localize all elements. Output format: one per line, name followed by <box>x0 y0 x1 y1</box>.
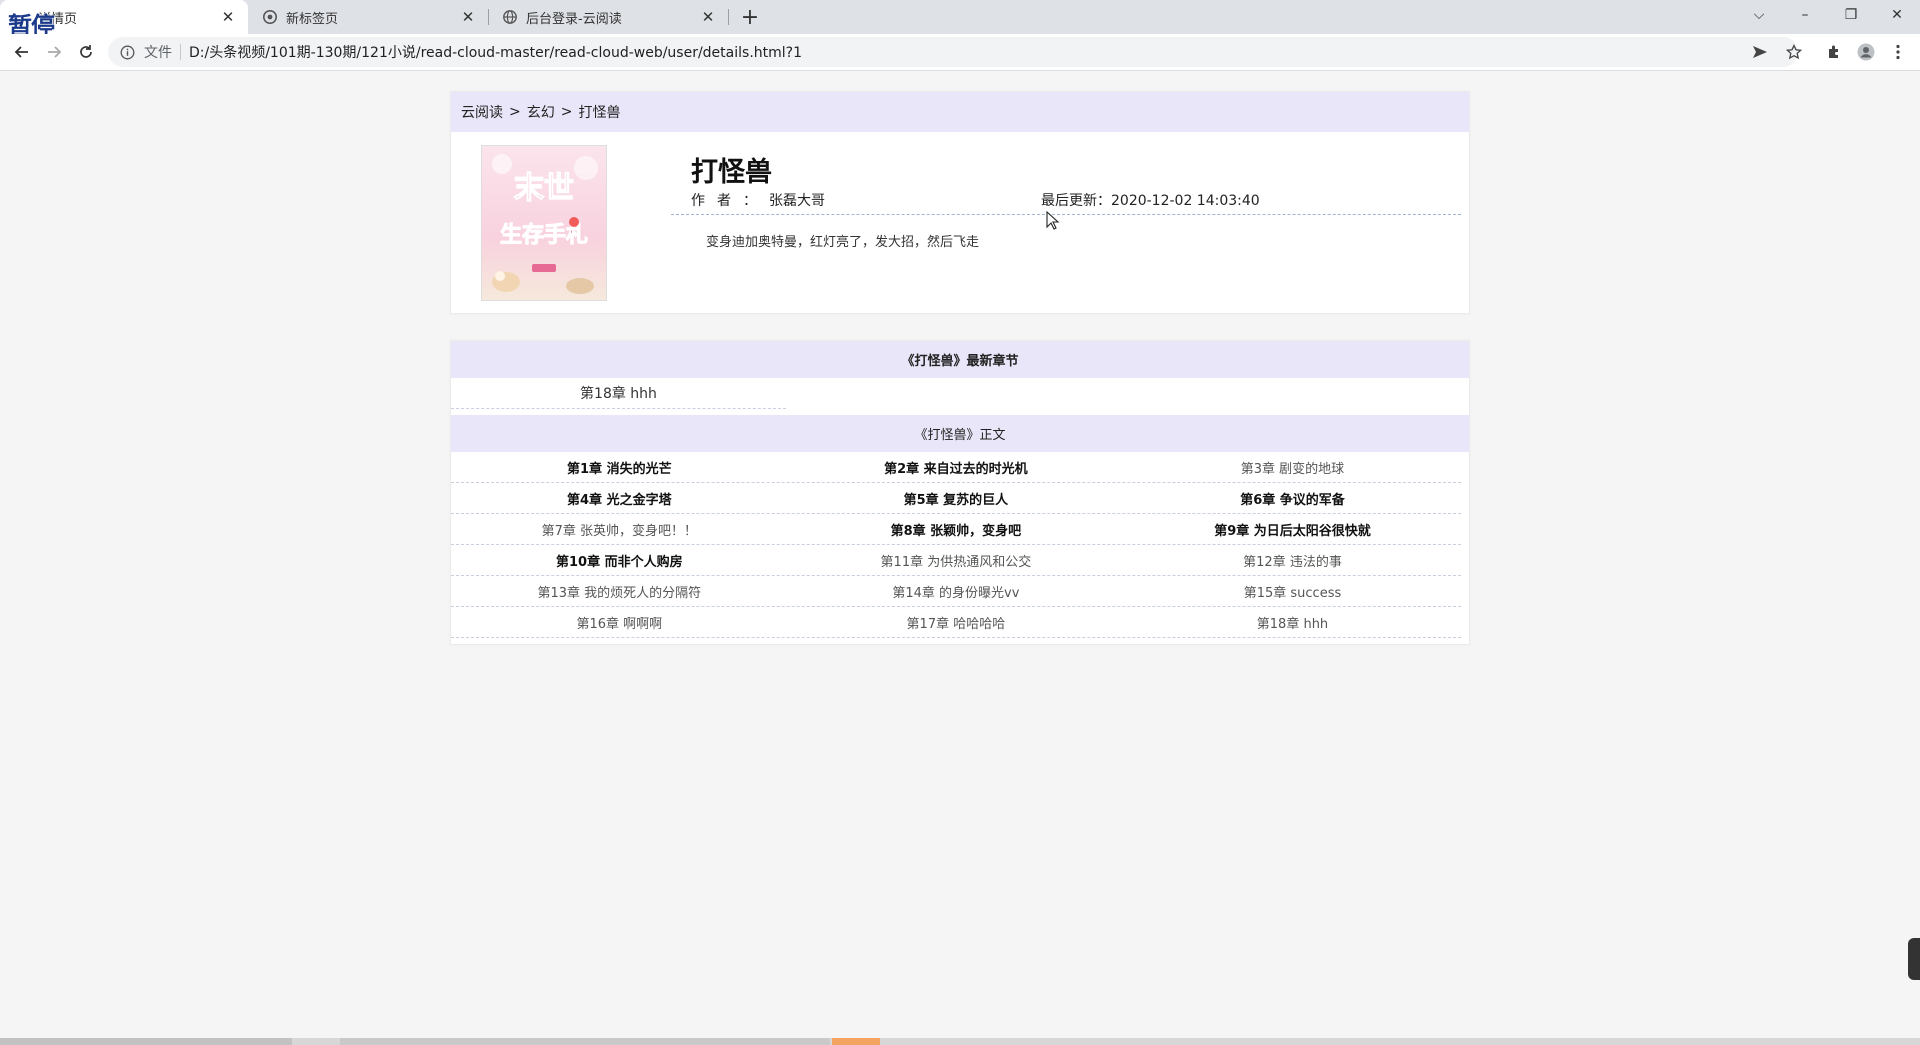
chapter-link[interactable]: 第14章 的身份曝光vv <box>788 576 1125 606</box>
last-updated-info: 最后更新：2020-12-02 14:03:40 <box>1041 190 1260 210</box>
breadcrumb-separator: > <box>560 104 573 120</box>
author-name: 张磊大哥 <box>769 193 825 209</box>
chapter-row: 第10章 而非个人购房 第11章 为供热通风和公交 第12章 违法的事 <box>451 545 1461 576</box>
breadcrumb-home-link[interactable]: 云阅读 <box>461 102 503 122</box>
close-window-button[interactable]: ✕ <box>1874 0 1920 30</box>
chapter-link[interactable]: 第2章 来自过去的时光机 <box>788 452 1125 482</box>
book-info: 末世 生存手札 打怪兽 作者：张磊大哥 最后更新：2020-12-02 14:0… <box>451 132 1469 313</box>
bookmark-star-icon[interactable] <box>1780 38 1808 66</box>
breadcrumb: 云阅读 > 玄幻 > 打怪兽 <box>451 92 1469 132</box>
tab-new-tab[interactable]: 新标签页 ✕ <box>248 0 488 34</box>
url-scheme-label: 文件 <box>144 45 172 61</box>
chapter-grid: 第1章 消失的光芒 第2章 来自过去的时光机 第3章 剧变的地球 第4章 光之金字塔第… <box>451 452 1469 644</box>
chapter-link[interactable]: 第6章 争议的军备 <box>1124 483 1461 513</box>
chapter-link[interactable]: 第17章 哈哈哈哈 <box>788 607 1125 637</box>
breadcrumb-category-link[interactable]: 玄幻 <box>527 102 555 122</box>
chapter-link[interactable]: 第9章 为日后太阳谷很快就 <box>1124 514 1461 544</box>
book-description: 变身迪加奥特曼，红灯亮了，发大招，然后飞走 <box>706 235 980 250</box>
taskbar-strip <box>0 1038 1920 1045</box>
chapter-link[interactable]: 第18章 hhh <box>1124 607 1461 637</box>
author-label: 作者： <box>691 193 769 209</box>
chapter-link[interactable]: 第15章 success <box>1124 576 1461 606</box>
close-icon[interactable]: ✕ <box>218 7 238 27</box>
chapter-row: 第7章 张英帅，变身吧！！ 第8章 张颖帅，变身吧 第9章 为日后太阳谷很快就 <box>451 514 1461 545</box>
tab-search-icon[interactable]: ⌵ <box>1736 0 1782 30</box>
taskbar-segment <box>340 1038 830 1045</box>
breadcrumb-separator: > <box>509 104 521 120</box>
chapter-link[interactable]: 第11章 为供热通风和公交 <box>788 545 1125 575</box>
close-icon[interactable]: ✕ <box>458 7 478 27</box>
chapter-link[interactable]: 第4章 光之金字塔 <box>451 483 788 513</box>
forward-icon[interactable] <box>40 38 68 66</box>
tab-title: 新标签页 <box>286 11 339 27</box>
author-info: 作者：张磊大哥 <box>691 190 825 210</box>
new-tab-button[interactable]: + <box>736 3 764 31</box>
chapter-link[interactable]: 第16章 啊啊啊 <box>451 607 788 637</box>
info-icon[interactable] <box>118 43 136 61</box>
updated-timestamp: 2020-12-02 14:03:40 <box>1111 193 1260 209</box>
chapter-link[interactable]: 第12章 违法的事 <box>1124 545 1461 575</box>
mouse-cursor-icon <box>1046 211 1060 230</box>
main-text-heading: 《打怪兽》正文 <box>451 415 1469 452</box>
latest-chapter-link[interactable]: 第18章 hhh <box>451 378 786 409</box>
tab-divider <box>728 9 729 25</box>
chapter-link[interactable]: 第5章 复苏的巨人 <box>788 483 1125 513</box>
chapter-link[interactable]: 第3章 剧变的地球 <box>1124 452 1461 482</box>
send-icon[interactable] <box>1746 38 1774 66</box>
chapter-link[interactable]: 第1章 消失的光芒 <box>451 452 788 482</box>
chapter-row: 第13章 我的烦死人的分隔符 第14章 的身份曝光vv 第15章 success <box>451 576 1461 607</box>
close-icon[interactable]: ✕ <box>698 7 718 27</box>
extensions-icon[interactable] <box>1820 38 1848 66</box>
tab-title: 后台登录-云阅读 <box>526 11 622 27</box>
cover-title-text: 末世 <box>514 171 574 206</box>
book-info-panel: 云阅读 > 玄幻 > 打怪兽 末世 生存手札 打怪兽 作者：张磊大哥 最后更新：… <box>450 91 1470 314</box>
address-bar[interactable]: 文件 D:/头条视频/101期-130期/121小说/read-cloud-ma… <box>108 37 1798 67</box>
chrome-icon <box>262 9 278 25</box>
latest-chapters-list: 第18章 hhh <box>451 378 1469 415</box>
chapter-link[interactable]: 第13章 我的烦死人的分隔符 <box>451 576 788 606</box>
browser-toolbar: 文件 D:/头条视频/101期-130期/121小说/read-cloud-ma… <box>0 34 1920 71</box>
chapter-row: 第16章 啊啊啊 第17章 哈哈哈哈 第18章 hhh <box>451 607 1461 638</box>
reload-icon[interactable] <box>72 38 100 66</box>
tab-title: 详情页 <box>38 11 78 27</box>
minimize-button[interactable]: – <box>1782 0 1828 30</box>
book-cover-image: 末世 生存手札 <box>481 145 607 301</box>
tab-admin-login[interactable]: 后台登录-云阅读 ✕ <box>488 0 728 34</box>
url-divider <box>180 44 181 60</box>
breadcrumb-current: 打怪兽 <box>578 105 621 121</box>
chapter-link[interactable]: 第8章 张颖帅，变身吧 <box>788 514 1125 544</box>
chapters-panel: 《打怪兽》最新章节 第18章 hhh 《打怪兽》正文 第1章 消失的光芒 第2章 … <box>450 340 1470 645</box>
page-viewport: 云阅读 > 玄幻 > 打怪兽 末世 生存手札 打怪兽 作者：张磊大哥 最后更新：… <box>0 71 1920 1035</box>
chapter-link[interactable]: 第7章 张英帅，变身吧！！ <box>451 514 788 544</box>
browser-tab-strip: 详情页 ✕ 暂停 新标签页 ✕ 后台登录-云阅读 ✕ + ⌵ – ❐ ✕ <box>0 0 1920 40</box>
latest-chapters-heading: 《打怪兽》最新章节 <box>451 341 1469 378</box>
book-meta-row: 作者：张磊大哥 最后更新：2020-12-02 14:03:40 <box>671 188 1461 215</box>
taskbar-highlight <box>832 1038 880 1045</box>
globe-icon <box>502 9 518 25</box>
menu-kebab-icon[interactable] <box>1884 38 1912 66</box>
profile-avatar-icon[interactable] <box>1852 38 1880 66</box>
updated-label: 最后更新： <box>1041 193 1111 209</box>
url-text[interactable]: D:/头条视频/101期-130期/121小说/read-cloud-maste… <box>189 42 802 62</box>
chapter-row: 第1章 消失的光芒 第2章 来自过去的时光机 第3章 剧变的地球 <box>451 452 1461 483</box>
content-container: 云阅读 > 玄幻 > 打怪兽 末世 生存手札 打怪兽 作者：张磊大哥 最后更新：… <box>450 91 1470 645</box>
book-title: 打怪兽 <box>691 157 772 188</box>
chapter-link[interactable]: 第10章 而非个人购房 <box>451 545 788 575</box>
side-scroll-tab[interactable] <box>1908 938 1920 980</box>
back-icon[interactable] <box>8 38 36 66</box>
taskbar-segment <box>0 1038 292 1045</box>
chapter-row: 第4章 光之金字塔 第5章 复苏的巨人 第6章 争议的军备 <box>451 483 1461 514</box>
restore-button[interactable]: ❐ <box>1828 0 1874 30</box>
